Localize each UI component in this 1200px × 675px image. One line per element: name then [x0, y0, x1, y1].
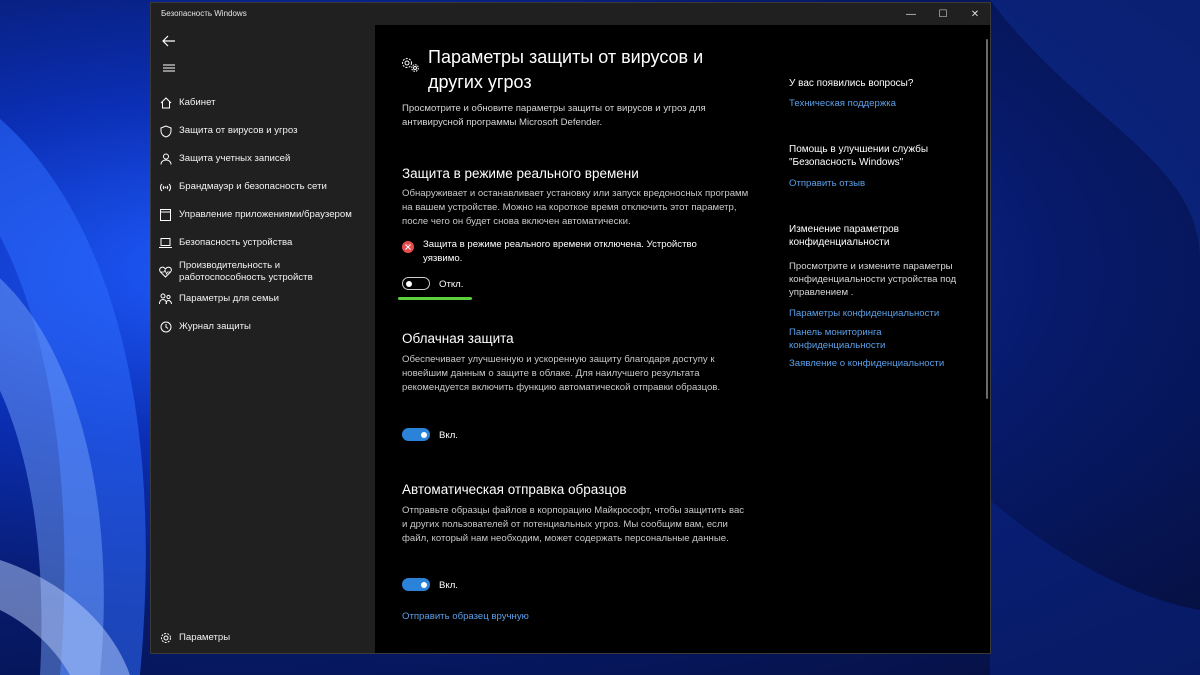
title-bar: Безопасность Windows — ☐ ✕: [151, 3, 990, 25]
sidebar-item-protection-history[interactable]: Журнал защиты: [151, 315, 375, 339]
sidebar-item-label: Брандмауэр и безопасность сети: [179, 180, 327, 192]
privacy-statement-link[interactable]: Заявление о конфиденциальности: [789, 357, 959, 370]
cloud-protection-toggle[interactable]: [402, 428, 430, 441]
submit-sample-manually-link[interactable]: Отправить образец вручную: [402, 611, 529, 622]
improve-heading: Помощь в улучшении службы "Безопасность …: [789, 144, 929, 168]
laptop-icon: [159, 237, 172, 250]
person-icon: [159, 153, 172, 166]
sidebar-item-label: Параметры для семьи: [179, 292, 279, 304]
sidebar-item-device-performance[interactable]: Производительность и работоспособность у…: [151, 257, 375, 287]
main-content: Параметры защиты от вирусов и других угр…: [375, 25, 765, 653]
hamburger-icon: [163, 64, 175, 72]
back-button[interactable]: [157, 31, 181, 51]
sample-submission-toggle[interactable]: [402, 578, 430, 591]
samples-description: Отправьте образцы файлов в корпорацию Ма…: [402, 505, 745, 544]
feedback-link[interactable]: Отправить отзыв: [789, 177, 959, 190]
history-icon: [159, 321, 172, 334]
home-icon: [159, 97, 172, 110]
settings-label: Параметры: [179, 631, 231, 643]
close-button[interactable]: ✕: [959, 3, 991, 25]
minimize-button[interactable]: —: [895, 3, 927, 25]
shield-icon: [159, 124, 172, 138]
sidebar-item-label: Безопасность устройства: [179, 236, 293, 248]
gear-icon: [159, 632, 172, 645]
sidebar-item-account-protection[interactable]: Защита учетных записей: [151, 147, 375, 171]
realtime-toggle-label: Откл.: [439, 279, 464, 290]
sidebar-item-label: Защита от вирусов и угроз: [179, 124, 298, 136]
support-link[interactable]: Техническая поддержка: [789, 97, 959, 110]
cloud-heading: Облачная защита: [402, 331, 514, 346]
privacy-settings-link[interactable]: Параметры конфиденциальности: [789, 307, 959, 320]
sidebar-item-label: Защита учетных записей: [179, 152, 291, 164]
sidebar-item-family[interactable]: Параметры для семьи: [151, 287, 375, 311]
sidebar-item-app-browser[interactable]: Управление приложениями/браузером: [151, 203, 375, 227]
window-title: Безопасность Windows: [161, 9, 247, 18]
app-window-icon: [159, 209, 172, 222]
privacy-text: Просмотрите и измените параметры конфиде…: [789, 261, 957, 298]
sidebar-item-label: Кабинет: [179, 96, 216, 108]
sidebar-item-label: Управление приложениями/браузером: [179, 208, 352, 220]
family-icon: [159, 293, 172, 306]
scrollbar[interactable]: [986, 39, 988, 399]
cloud-description: Обеспечивает улучшенную и ускоренную защ…: [402, 354, 721, 393]
arrow-left-icon: [162, 35, 175, 47]
sidebar-item-label: Журнал защиты: [179, 320, 251, 332]
samples-heading: Автоматическая отправка образцов: [402, 482, 627, 497]
cloud-toggle-label: Вкл.: [439, 430, 458, 441]
error-icon: [402, 241, 414, 253]
realtime-heading: Защита в режиме реального времени: [402, 166, 639, 181]
page-title: Параметры защиты от вирусов и других угр…: [428, 47, 704, 92]
sidebar-item-label: Производительность и работоспособность у…: [179, 259, 313, 284]
sidebar-item-firewall[interactable]: Брандмауэр и безопасность сети: [151, 175, 375, 199]
sidebar-item-home[interactable]: Кабинет: [151, 91, 375, 115]
warning-text: Защита в режиме реального времени отключ…: [423, 239, 697, 264]
questions-heading: У вас появились вопросы?: [789, 78, 914, 89]
realtime-description: Обнаруживает и останавливает установку и…: [402, 188, 749, 227]
menu-button[interactable]: [157, 58, 181, 78]
page-intro: Просмотрите и обновите параметры защиты …: [402, 103, 706, 128]
gears-icon: [401, 57, 421, 73]
heart-pulse-icon: [159, 266, 172, 279]
windows-security-window: Безопасность Windows — ☐ ✕ Кабинет Защит…: [150, 2, 991, 654]
sidebar-item-settings[interactable]: Параметры: [151, 626, 375, 650]
realtime-protection-toggle[interactable]: [402, 277, 430, 290]
sidebar-item-virus-protection[interactable]: Защита от вирусов и угроз: [151, 119, 375, 143]
samples-toggle-label: Вкл.: [439, 580, 458, 591]
wifi-icon: [159, 181, 172, 194]
sidebar-item-device-security[interactable]: Безопасность устройства: [151, 231, 375, 255]
privacy-heading: Изменение параметров конфиденциальности: [789, 224, 899, 248]
highlight-underline: [398, 297, 472, 300]
maximize-button[interactable]: ☐: [927, 3, 959, 25]
sidebar: Кабинет Защита от вирусов и угроз Защита…: [151, 25, 375, 653]
privacy-dashboard-link[interactable]: Панель мониторинга конфиденциальности: [789, 326, 909, 352]
